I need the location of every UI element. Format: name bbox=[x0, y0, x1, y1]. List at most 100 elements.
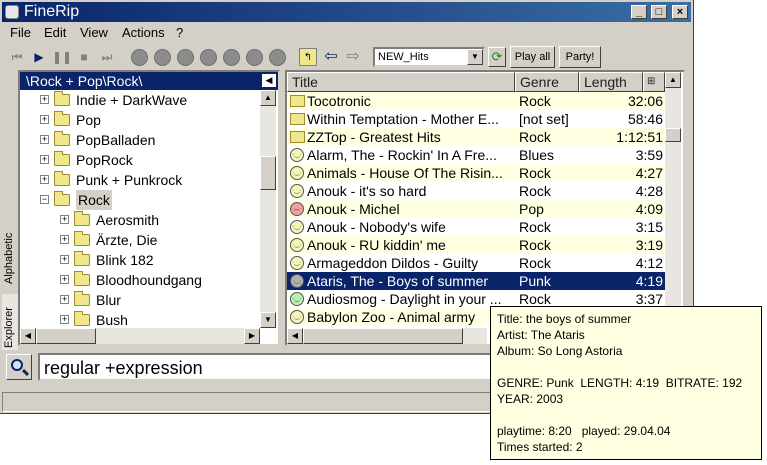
track-row[interactable]: ·︵· Anouk - Michel Pop 4:09 bbox=[287, 200, 665, 218]
track-title: Babylon Zoo - Animal army bbox=[307, 309, 476, 325]
tree-item[interactable]: + PopRock bbox=[40, 150, 260, 170]
party-button[interactable]: Party! bbox=[559, 46, 601, 68]
neutral-face-icon: ·‿· bbox=[290, 256, 304, 270]
track-genre: Rock bbox=[519, 165, 551, 181]
tree-item[interactable]: + Bloodhoundgang bbox=[60, 270, 260, 290]
scroll-left-icon[interactable]: ◀ bbox=[20, 328, 36, 344]
track-row[interactable]: ·‿· Animals - House Of The Risin... Rock 4:… bbox=[287, 164, 665, 182]
track-row[interactable]: ·‿· Anouk - Nobody's wife Rock 3:15 bbox=[287, 218, 665, 236]
play-all-button[interactable]: Play all bbox=[510, 46, 555, 68]
list-horizontal-scrollbar[interactable]: ◀ bbox=[287, 328, 487, 344]
chevron-down-icon[interactable]: ▼ bbox=[467, 49, 483, 65]
scroll-up-icon[interactable]: ▲ bbox=[260, 90, 276, 106]
menu-view[interactable]: View bbox=[80, 25, 108, 40]
expand-icon[interactable]: + bbox=[60, 235, 69, 244]
tree-item[interactable]: + Aerosmith bbox=[60, 210, 260, 230]
scroll-down-icon[interactable]: ▼ bbox=[260, 312, 276, 328]
expand-icon[interactable]: + bbox=[60, 215, 69, 224]
previous-icon[interactable]: ⏮ bbox=[8, 48, 26, 66]
search-icon[interactable] bbox=[6, 354, 32, 380]
column-chooser-icon[interactable]: ⊞ bbox=[643, 72, 665, 92]
maximize-icon[interactable]: □ bbox=[651, 5, 667, 19]
track-row[interactable]: Tocotronic Rock 32:06 bbox=[287, 92, 665, 110]
track-title: Audiosmog - Daylight in your ... bbox=[307, 291, 502, 307]
menu-actions[interactable]: Actions bbox=[122, 25, 165, 40]
expand-icon[interactable]: + bbox=[40, 115, 49, 124]
expand-icon[interactable]: + bbox=[60, 275, 69, 284]
tree-item[interactable]: − Rock bbox=[40, 190, 260, 210]
folder-icon bbox=[74, 311, 90, 326]
tree-horizontal-scrollbar[interactable]: ◀ ▶ bbox=[20, 328, 260, 344]
column-title[interactable]: Title bbox=[287, 72, 515, 92]
tree-item[interactable]: + PopBalladen bbox=[40, 130, 260, 150]
tree-item[interactable]: + Bush bbox=[60, 310, 260, 330]
expand-icon[interactable]: + bbox=[40, 135, 49, 144]
list-vertical-scrollbar[interactable]: ▲ bbox=[665, 72, 681, 328]
tree-vertical-scrollbar[interactable]: ▲ ▼ bbox=[260, 90, 276, 328]
tree-item[interactable]: + Pop bbox=[40, 110, 260, 130]
expand-icon[interactable]: + bbox=[60, 295, 69, 304]
track-row[interactable]: ·‿· Alarm, The - Rockin' In A Fre... Blues… bbox=[287, 146, 665, 164]
rating-2-icon[interactable] bbox=[154, 49, 171, 66]
refresh-icon[interactable]: ⟳ bbox=[488, 47, 506, 67]
forward-arrow-icon[interactable]: ⇨ bbox=[344, 48, 362, 66]
menu-help[interactable]: ? bbox=[176, 25, 183, 40]
close-icon[interactable]: × bbox=[672, 5, 688, 19]
track-row[interactable]: Within Temptation - Mother E... [not set]… bbox=[287, 110, 665, 128]
folder-icon bbox=[290, 113, 305, 125]
column-genre[interactable]: Genre bbox=[515, 72, 579, 92]
rating-1-icon[interactable] bbox=[131, 49, 148, 66]
search-input[interactable]: regular +expression bbox=[38, 353, 498, 381]
list-hscroll-thumb[interactable] bbox=[303, 328, 463, 344]
track-length: 3:15 bbox=[635, 219, 663, 235]
back-arrow-icon[interactable]: ⇦ bbox=[322, 48, 340, 66]
scroll-up-icon[interactable]: ▲ bbox=[665, 72, 681, 88]
folder-icon bbox=[74, 271, 90, 286]
rating-4-icon[interactable] bbox=[200, 49, 217, 66]
expand-icon[interactable]: + bbox=[60, 255, 69, 264]
track-row[interactable]: ·‿· Anouk - it's so hard Rock 4:28 bbox=[287, 182, 665, 200]
track-length: 3:59 bbox=[635, 147, 663, 163]
scroll-left-icon[interactable]: ◀ bbox=[287, 328, 303, 344]
track-row[interactable]: ·‿· Ataris, The - Boys of summer Punk 4:19 bbox=[287, 272, 665, 290]
next-icon[interactable]: ⏭ bbox=[98, 48, 116, 66]
minimize-icon[interactable]: _ bbox=[631, 5, 647, 19]
menu-edit[interactable]: Edit bbox=[44, 25, 66, 40]
tree-item[interactable]: + Blur bbox=[60, 290, 260, 310]
playlist-select[interactable]: NEW_Hits ▼ bbox=[373, 47, 485, 67]
folder-up-icon[interactable]: ↰ bbox=[299, 48, 317, 66]
track-row[interactable]: ZZTop - Greatest Hits Rock 1:12:51 bbox=[287, 128, 665, 146]
scroll-right-icon[interactable]: ▶ bbox=[244, 328, 260, 344]
tree-path: \Rock + Pop\Rock\ bbox=[26, 73, 143, 89]
column-length[interactable]: Length bbox=[579, 72, 643, 92]
tree-item[interactable]: + Indie + DarkWave bbox=[40, 90, 260, 110]
rating-6-icon[interactable] bbox=[246, 49, 263, 66]
rating-5-icon[interactable] bbox=[223, 49, 240, 66]
play-icon[interactable]: ▶ bbox=[30, 48, 48, 66]
menu-file[interactable]: File bbox=[10, 25, 31, 40]
stop-icon[interactable]: ■ bbox=[75, 48, 93, 66]
pause-icon[interactable]: ❚❚ bbox=[52, 48, 72, 66]
track-row[interactable]: ·‿· Armageddon Dildos - Guilty Rock 4:12 bbox=[287, 254, 665, 272]
rating-7-icon[interactable] bbox=[269, 49, 286, 66]
app-icon[interactable] bbox=[5, 5, 19, 19]
tree-item[interactable]: + Punk + Punkrock bbox=[40, 170, 260, 190]
tab-alphabetic[interactable]: Alphabetic bbox=[2, 226, 18, 286]
list-scroll-thumb[interactable] bbox=[665, 128, 681, 142]
expand-icon[interactable]: + bbox=[40, 95, 49, 104]
tree-item[interactable]: + Blink 182 bbox=[60, 250, 260, 270]
expand-icon[interactable]: + bbox=[40, 175, 49, 184]
tree-scroll-thumb[interactable] bbox=[260, 156, 276, 190]
tree-hscroll-thumb[interactable] bbox=[36, 328, 96, 344]
tab-alphabetic-label: Alphabetic bbox=[3, 232, 15, 284]
pin-icon[interactable]: ◀ bbox=[262, 74, 276, 87]
rating-3-icon[interactable] bbox=[177, 49, 194, 66]
title-bar[interactable]: FineRip _ □ × bbox=[2, 2, 691, 22]
track-genre: [not set] bbox=[519, 111, 569, 127]
collapse-icon[interactable]: − bbox=[40, 195, 49, 204]
expand-icon[interactable]: + bbox=[40, 155, 49, 164]
track-row[interactable]: ·‿· Anouk - RU kiddin' me Rock 3:19 bbox=[287, 236, 665, 254]
tab-explorer[interactable]: Explorer bbox=[2, 294, 18, 350]
expand-icon[interactable]: + bbox=[60, 315, 69, 324]
tree-item[interactable]: + Ärzte, Die bbox=[60, 230, 260, 250]
